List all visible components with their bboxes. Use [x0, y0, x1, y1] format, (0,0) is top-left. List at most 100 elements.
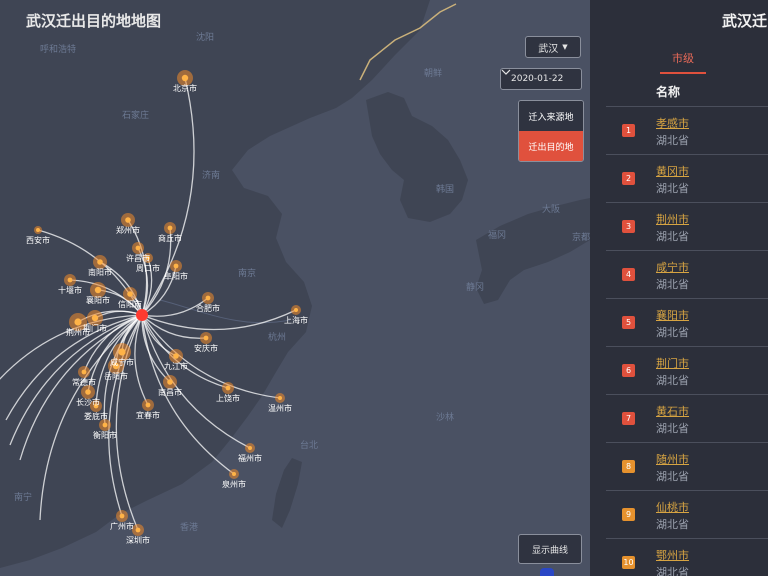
- rank-badge: 10: [622, 556, 635, 569]
- city-label: 岳阳市: [104, 371, 128, 381]
- city-label: 北京市: [173, 83, 197, 93]
- province-label: 湖北省: [656, 134, 689, 147]
- city-dot-core: [294, 308, 298, 312]
- city-label: 阜阳市: [164, 271, 188, 281]
- city-link[interactable]: 襄阳市: [656, 307, 689, 323]
- city-dot-core: [205, 295, 211, 301]
- geo-label: 台北: [300, 439, 318, 451]
- geo-label: 杭州: [268, 331, 286, 343]
- city-dot-core: [173, 263, 179, 269]
- list-item[interactable]: 7 黄石市 湖北省: [606, 394, 768, 442]
- city-dot-core: [135, 245, 141, 251]
- province-label: 湖北省: [656, 278, 689, 291]
- city-label: 福州市: [238, 453, 262, 463]
- geo-label: 呼和浩特: [40, 43, 76, 55]
- city-select-value: 武汉: [538, 43, 559, 55]
- scroll-handle[interactable]: [540, 568, 554, 576]
- city-dot-core: [127, 291, 133, 297]
- show-curve-button[interactable]: 显示曲线: [518, 534, 582, 564]
- list-item[interactable]: 5 襄阳市 湖北省: [606, 298, 768, 346]
- city-link[interactable]: 荆州市: [656, 211, 689, 227]
- city-link[interactable]: 随州市: [656, 451, 689, 467]
- city-label: 常德市: [72, 377, 96, 387]
- province-label: 湖北省: [656, 374, 689, 387]
- city-dot-core: [135, 527, 141, 533]
- geo-label: 南京: [238, 267, 256, 279]
- list-item[interactable]: 1 孝感市 湖北省: [606, 106, 768, 154]
- city-label: 商丘市: [158, 233, 182, 243]
- list-item[interactable]: 3 荆州市 湖北省: [606, 202, 768, 250]
- city-label: 衡阳市: [93, 430, 117, 440]
- city-dot-core: [102, 422, 108, 428]
- geo-label: 韩国: [436, 183, 454, 195]
- list-item[interactable]: 8 随州市 湖北省: [606, 442, 768, 490]
- city-label: 泉州市: [222, 479, 246, 489]
- city-link[interactable]: 鄂州市: [656, 547, 689, 563]
- rank-badge: 3: [622, 220, 635, 233]
- migration-map[interactable]: 北京市 西安市 郑州市 商丘市 许昌市 周口市 南阳市 阜阳市 十堰市 襄阳市 信阳市 合肥市 上海市荆…: [0, 0, 590, 576]
- toggle-in-source[interactable]: 迁入来源地: [519, 101, 583, 131]
- city-label: 合肥市: [196, 303, 220, 313]
- city-label: 襄阳市: [86, 295, 110, 305]
- rank-badge: 8: [622, 460, 635, 473]
- city-dot-core: [203, 335, 209, 341]
- city-label: 娄底市: [84, 411, 108, 421]
- map-title: 武汉迁出目的地地图: [26, 12, 162, 30]
- city-dot-core: [119, 513, 125, 519]
- city-label: 郑州市: [116, 225, 140, 235]
- city-link[interactable]: 咸宁市: [656, 259, 689, 275]
- geo-label: 沙林: [436, 411, 454, 423]
- origin-marker[interactable]: [136, 309, 148, 321]
- tab-city-level[interactable]: 市级: [660, 50, 706, 74]
- city-dot-core: [81, 369, 87, 375]
- city-link[interactable]: 孝感市: [656, 115, 689, 131]
- list-item[interactable]: 6 荆门市湖北省: [606, 346, 768, 394]
- city-label: 南阳市: [88, 267, 112, 277]
- city-label: 上海市: [284, 315, 308, 325]
- city-label: 温州市: [268, 403, 292, 413]
- city-label: 南昌市: [158, 387, 182, 397]
- city-link[interactable]: 黄冈市: [656, 163, 689, 179]
- city-dot-core: [97, 259, 103, 265]
- city-dot-core: [85, 389, 91, 395]
- geo-label: 朝鲜: [424, 67, 442, 79]
- province-label: 湖北省: [656, 422, 689, 435]
- city-dot-core: [225, 385, 231, 391]
- city-label: 信阳市: [118, 299, 142, 309]
- province-label: 湖北省: [656, 518, 689, 531]
- city-link[interactable]: 荆门市: [656, 355, 689, 371]
- ranking-list: 1 孝感市 湖北省 2 黄冈市 湖北省 3 荆州市 湖北省 4 咸宁市 湖北省 5 襄阳市 湖北省 6 荆门市湖…: [606, 106, 768, 576]
- rank-badge: 6: [622, 364, 635, 377]
- geo-label: 石家庄: [122, 109, 149, 121]
- city-label: 十堰市: [58, 285, 82, 295]
- geo-label: 香港: [180, 521, 198, 533]
- toggle-out-destination[interactable]: 迁出目的地: [519, 131, 583, 161]
- city-dot-core: [67, 277, 73, 283]
- geo-label: 福冈: [488, 229, 506, 241]
- city-select[interactable]: 武汉 ▼: [525, 36, 581, 58]
- rank-badge: 9: [622, 508, 635, 521]
- city-label: 宜春市: [136, 410, 160, 420]
- rank-badge: 4: [622, 268, 635, 281]
- city-link[interactable]: 仙桃市: [656, 499, 689, 515]
- list-item[interactable]: 2 黄冈市 湖北省: [606, 154, 768, 202]
- city-dot-core: [145, 402, 151, 408]
- list-item[interactable]: 4 咸宁市湖北省: [606, 250, 768, 298]
- city-label: 咸宁市: [110, 357, 134, 367]
- date-select[interactable]: 2020-01-22: [500, 68, 582, 90]
- city-link[interactable]: 黄石市: [656, 403, 689, 419]
- chevron-down-icon: [501, 69, 511, 75]
- city-label: 荆州市: [66, 327, 90, 337]
- geo-label: 济南: [202, 169, 220, 181]
- date-select-value: 2020-01-22: [511, 74, 564, 84]
- city-dot-core: [173, 353, 179, 359]
- list-item[interactable]: 9 仙桃市湖北省: [606, 490, 768, 538]
- city-dot-core: [232, 472, 236, 476]
- city-label: 长沙市: [76, 397, 100, 407]
- ranking-panel: 武汉迁出 市级 名称 1孝感市湖北省2黄冈市湖北省3荆州市湖北省4咸宁市湖北省5…: [590, 0, 768, 576]
- province-label: 湖北省: [656, 566, 689, 576]
- geo-label: 沈阳: [196, 31, 214, 43]
- list-item[interactable]: 10 鄂州市湖北省: [606, 538, 768, 576]
- panel-title: 武汉迁出: [722, 12, 768, 30]
- city-label: 西安市: [26, 235, 50, 245]
